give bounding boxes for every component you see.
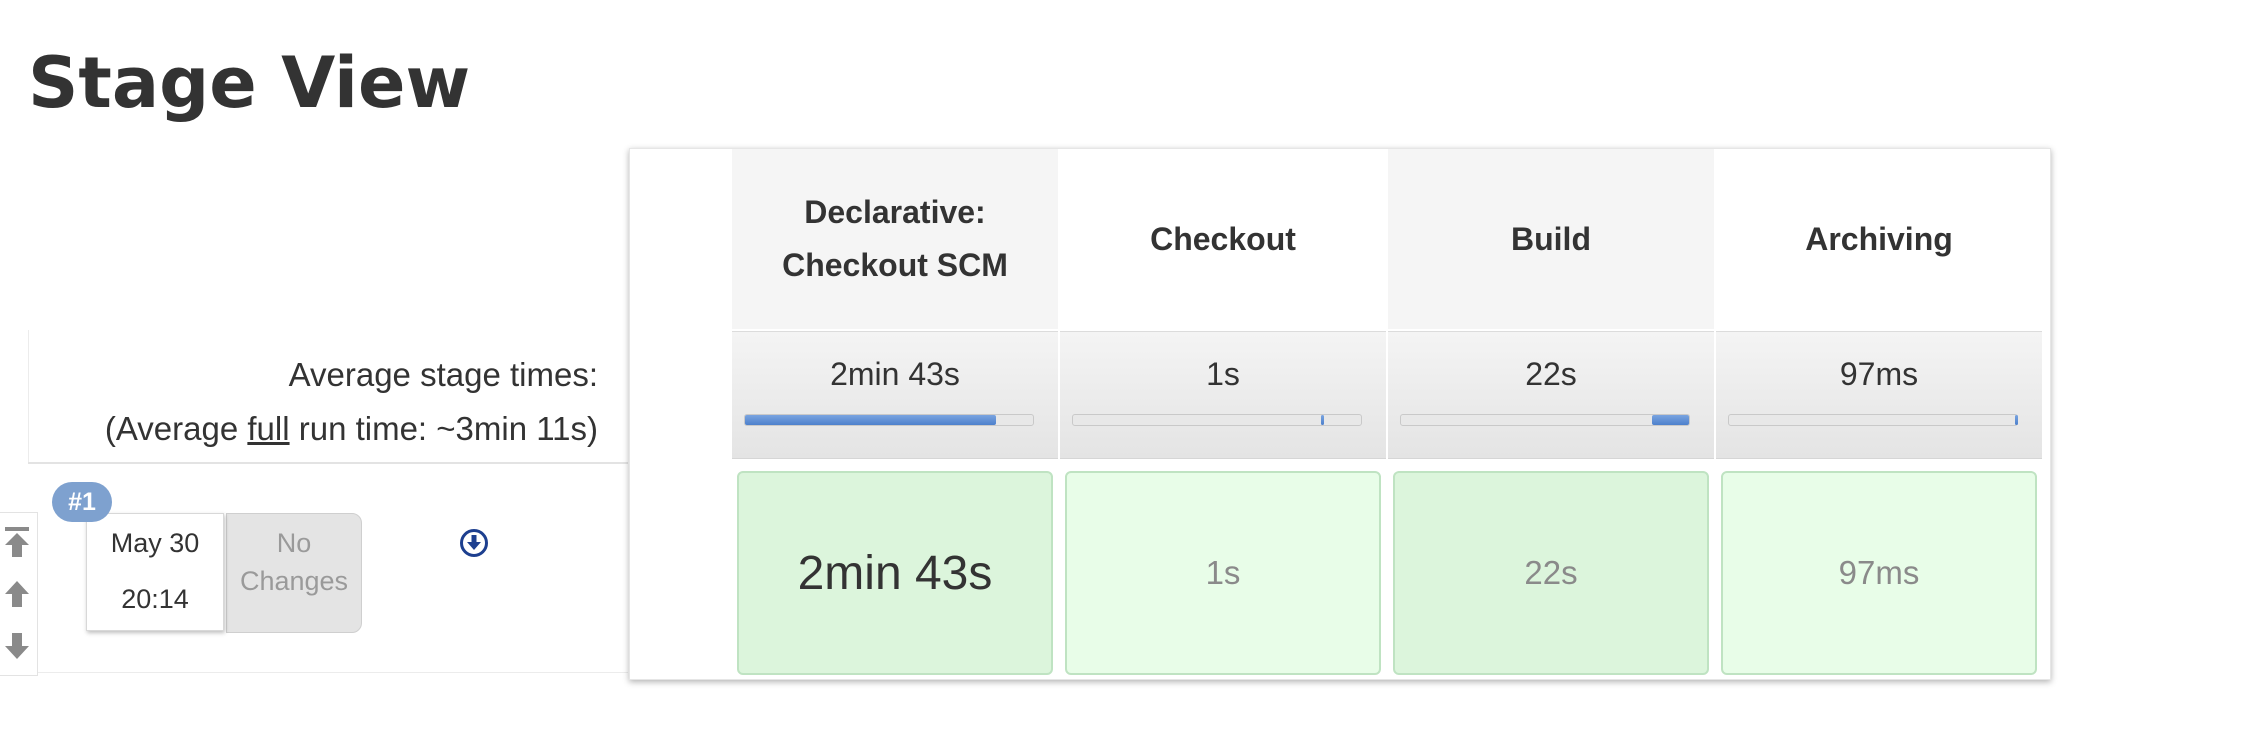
build-date: May 30	[110, 528, 200, 558]
summary-header: Average stage times: (Average full run t…	[28, 330, 598, 462]
avg-full-suffix: run time: ~3min 11s)	[289, 410, 598, 447]
stage-average: 22s	[1388, 331, 1714, 459]
stage-cell-duration[interactable]: 97ms	[1721, 471, 2037, 675]
scroll-controls	[0, 512, 38, 676]
stage-column: Checkout 1s 1s	[1060, 149, 1388, 681]
stage-average: 1s	[1060, 331, 1386, 459]
arrow-to-top-icon[interactable]	[2, 523, 32, 561]
avg-full-prefix: (Average	[104, 410, 248, 447]
stage-cell-duration[interactable]: 2min 43s	[737, 471, 1053, 675]
stage-average-bar	[744, 414, 1034, 426]
stage-name-line-1: Build	[1511, 220, 1591, 257]
stage-name-line-1: Checkout	[1150, 220, 1296, 257]
stage-column: Build 22s 22s	[1388, 149, 1716, 681]
stage-header: Archiving	[1716, 149, 2042, 329]
stage-cell-duration[interactable]: 22s	[1393, 471, 1709, 675]
stage-column: Archiving 97ms 97ms	[1716, 149, 2044, 681]
build-date-box[interactable]: May 30 20:14	[86, 513, 224, 631]
stage-header: Declarative: Checkout SCM	[732, 149, 1058, 329]
stage-header: Build	[1388, 149, 1714, 329]
stage-average: 97ms	[1716, 331, 2042, 459]
arrow-up-icon[interactable]	[2, 575, 32, 613]
changes-box[interactable]: No Changes	[226, 513, 362, 633]
stage-name-line-2: Checkout SCM	[782, 247, 1008, 283]
build-number-badge[interactable]: #1	[52, 482, 112, 522]
stage-average-bar-fill	[2015, 415, 2019, 425]
stage-average-time: 1s	[1206, 356, 1240, 392]
changes-line-2: Changes	[239, 566, 349, 596]
stage-cell-duration[interactable]: 1s	[1065, 471, 1381, 675]
stage-name-line-1: Archiving	[1805, 220, 1953, 257]
stage-average-time: 2min 43s	[830, 356, 960, 392]
stage-average: 2min 43s	[732, 331, 1058, 459]
changes-line-1: No	[276, 528, 312, 558]
stage-table: Declarative: Checkout SCM 2min 43s 2min 4…	[629, 148, 2051, 680]
stage-column: Declarative: Checkout SCM 2min 43s 2min 4…	[732, 149, 1060, 681]
stage-cell-text: 2min 43s	[797, 546, 993, 600]
full-run-link[interactable]: full	[247, 410, 289, 447]
stage-average-bar	[1072, 414, 1362, 426]
stage-average-time: 22s	[1525, 356, 1577, 392]
stage-average-bar	[1400, 414, 1690, 426]
stage-average-bar	[1728, 414, 2019, 426]
build-time: 20:14	[121, 584, 189, 614]
average-full-run-time: (Average full run time: ~3min 11s)	[105, 410, 598, 448]
stage-cell-text: 22s	[1524, 554, 1578, 591]
average-stage-times-label: Average stage times:	[288, 356, 598, 393]
stage-name-line-1: Declarative:	[804, 194, 986, 230]
stage-average-bar-fill	[1320, 415, 1324, 425]
stage-average-bar-fill	[745, 415, 996, 425]
stage-average-time: 97ms	[1839, 356, 1919, 392]
stage-cell-text: 1s	[1205, 554, 1241, 591]
stage-average-bar-fill	[1651, 415, 1689, 425]
stage-cell-text: 97ms	[1838, 554, 1920, 591]
stage-header: Checkout	[1060, 149, 1386, 329]
download-circle-icon[interactable]	[459, 528, 489, 558]
arrow-down-icon[interactable]	[2, 627, 32, 665]
page-title: Stage View	[28, 42, 471, 124]
